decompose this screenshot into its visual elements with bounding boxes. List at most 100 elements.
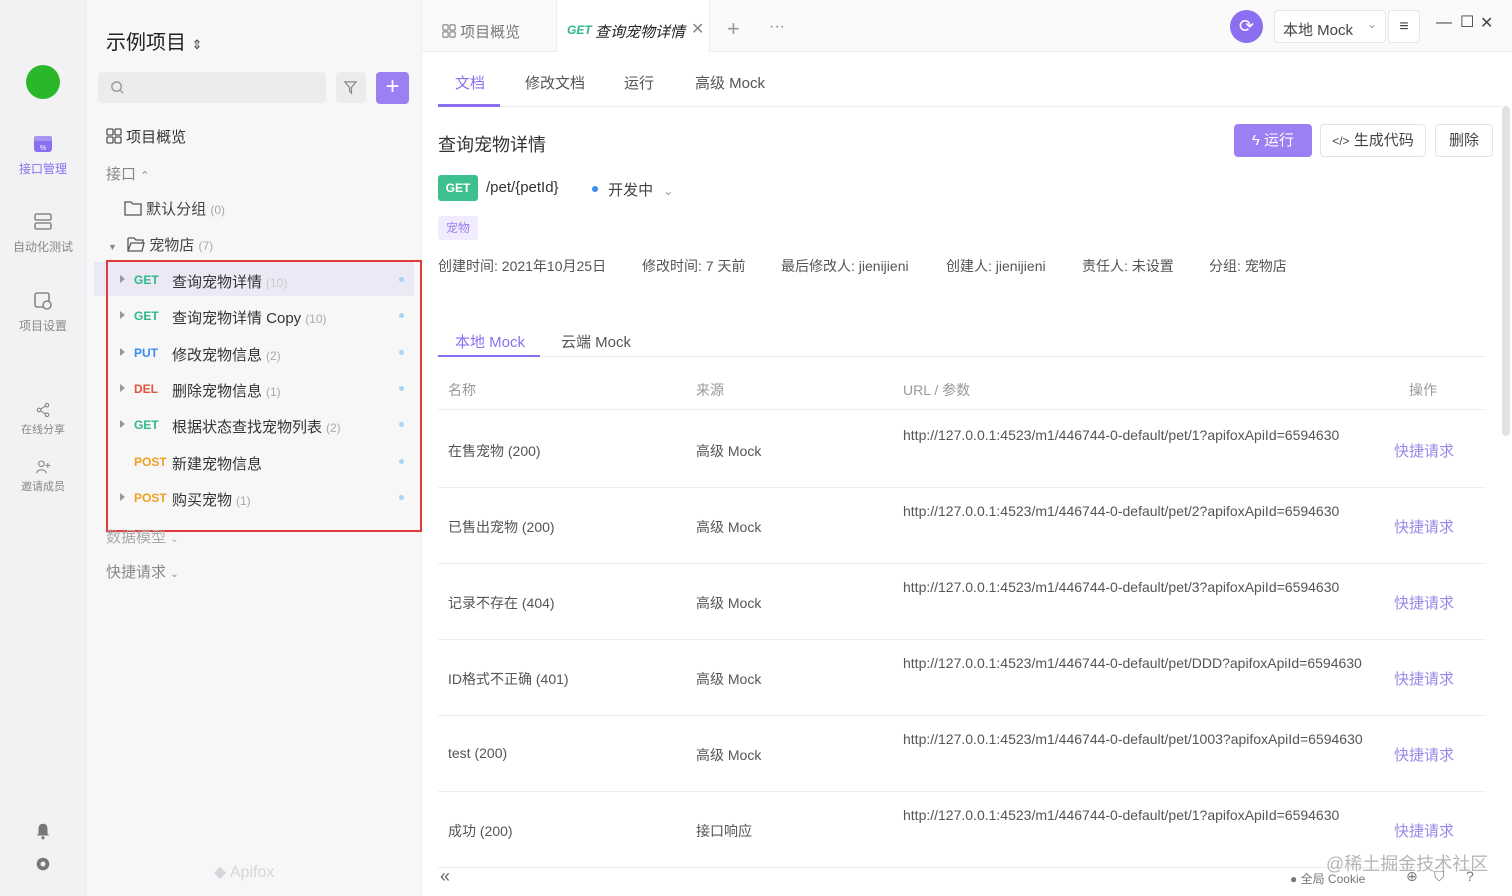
mock-source: 高级 Mock (696, 747, 762, 763)
mock-source: 高级 Mock (696, 519, 762, 535)
menu-icon: ≡ (1399, 18, 1409, 35)
svg-text:%: % (40, 145, 46, 152)
mock-source: 高级 Mock (696, 671, 762, 687)
tab-label: 项目概览 (460, 24, 521, 41)
subtab[interactable]: 高级 Mock (695, 72, 765, 93)
sidebar-item-overview[interactable]: 项目概览 (106, 126, 186, 147)
invite-icon (36, 460, 51, 474)
rail-label: 项目设置 (18, 319, 67, 333)
tab-active-api[interactable]: GET 查询宠物详情 ✕ (556, 0, 710, 52)
mock-tab[interactable]: 云端 Mock (561, 331, 631, 352)
table-row: 记录不存在 (404) 高级 Mock http://127.0.0.1:4523/… (438, 564, 1486, 640)
table-row: test (200) 高级 Mock http://127.0.0.1:4523/m… (438, 716, 1486, 792)
meta-item: 责任人: 未设置 (1082, 258, 1174, 274)
apifox-logo-icon: ◆ (214, 864, 227, 881)
minimize-button[interactable]: — (1436, 14, 1452, 32)
rail-item-api-management[interactable]: % 接口管理 (0, 134, 86, 177)
tab-overview[interactable]: 项目概览 (442, 21, 520, 42)
env-select[interactable]: 本地 Mock ⌄ (1274, 10, 1386, 43)
subtab-indicator (438, 104, 500, 107)
quick-request-link[interactable]: 快捷请求 (1394, 668, 1454, 689)
sidebar: 示例项目 ⇕ + 项目概览 接口 ⌃ 默认分组 (0) ▼ 宠物店 (7) GE… (86, 0, 422, 896)
gear-icon[interactable] (34, 855, 52, 873)
mock-url: http://127.0.0.1:4523/m1/446744-0-defaul… (903, 655, 1362, 671)
mock-url: http://127.0.0.1:4523/m1/446744-0-defaul… (903, 807, 1340, 823)
delete-label: 删除 (1448, 132, 1479, 149)
rail-label: 在线分享 (21, 424, 65, 436)
avatar[interactable] (26, 65, 60, 99)
maximize-button[interactable]: ☐ (1460, 12, 1474, 32)
mock-name: 已售出宠物 (200) (448, 519, 555, 535)
col-action: 操作 (1409, 382, 1437, 398)
tag-badge[interactable]: 宠物 (438, 216, 479, 240)
chevron-down-icon: ⌄ (1367, 17, 1378, 31)
folder-open-icon (127, 237, 145, 252)
folder-default-group[interactable]: 默认分组 (0) (124, 198, 225, 219)
rail-item-project-settings[interactable]: 项目设置 (0, 291, 86, 334)
section-data-model[interactable]: 数据模型 ⌄ (106, 526, 179, 547)
folder-pet-store[interactable]: ▼ 宠物店 (7) (108, 234, 213, 255)
quick-request-link[interactable]: 快捷请求 (1394, 744, 1454, 765)
subtab[interactable]: 文档 (455, 72, 485, 93)
api-title: 查询宠物详情 (438, 135, 546, 155)
rail-item-invite[interactable]: 邀请成员 (0, 459, 86, 494)
search-icon (111, 81, 124, 94)
subtab-divider (438, 106, 1502, 107)
folder-count: (7) (198, 239, 214, 253)
meta-item: 创建人: jienijieni (946, 258, 1046, 274)
tab-method: GET (567, 23, 592, 37)
section-label: 数据模型 (106, 529, 167, 546)
status-label: 开发中 (608, 182, 654, 199)
grid-icon (106, 128, 122, 144)
code-label: 生成代码 (1353, 132, 1414, 149)
add-button[interactable]: + (376, 72, 409, 104)
chevron-down-icon: ⌄ (170, 534, 179, 545)
quick-request-link[interactable]: 快捷请求 (1394, 440, 1454, 461)
section-api-label: 接口 (106, 166, 137, 183)
subtab[interactable]: 运行 (624, 72, 654, 93)
delete-button[interactable]: 删除 (1435, 124, 1493, 157)
bell-icon[interactable] (34, 822, 52, 840)
env-label: 本地 Mock (1283, 22, 1354, 39)
env-menu-button[interactable]: ≡ (1388, 10, 1420, 43)
mock-tab[interactable]: 本地 Mock (455, 331, 525, 352)
status-select[interactable]: 开发中 ⌄ (592, 179, 673, 200)
mock-source: 高级 Mock (696, 595, 762, 611)
grid-icon (442, 24, 456, 38)
rail-item-automation[interactable]: 自动化测试 (0, 212, 86, 255)
status-dot (592, 186, 598, 192)
close-window-button[interactable]: ✕ (1480, 13, 1493, 33)
generate-code-button[interactable]: </> 生成代码 (1320, 124, 1426, 157)
meta-item: 创建时间: 2021年10月25日 (438, 258, 607, 274)
search-input[interactable] (98, 72, 326, 103)
rail-item-share[interactable]: 在线分享 (0, 402, 86, 437)
close-icon[interactable]: ✕ (691, 19, 704, 39)
switch-icon: ⇕ (191, 37, 203, 52)
collapse-sidebar-button[interactable]: « (440, 866, 450, 887)
table-row: 在售宠物 (200) 高级 Mock http://127.0.0.1:4523/m… (438, 412, 1486, 488)
quick-request-link[interactable]: 快捷请求 (1394, 516, 1454, 537)
folder-icon (124, 201, 142, 216)
overview-label: 项目概览 (126, 129, 187, 146)
subtab[interactable]: 修改文档 (525, 72, 585, 93)
section-quick-request[interactable]: 快捷请求 ⌄ (106, 561, 179, 582)
filter-button[interactable] (336, 72, 366, 103)
project-title[interactable]: 示例项目 ⇕ (106, 26, 202, 55)
filter-icon (343, 81, 358, 95)
col-name: 名称 (448, 382, 476, 398)
mock-tab-indicator (438, 355, 540, 357)
apifox-watermark: ◆ Apifox (214, 862, 274, 882)
folder-label: 宠物店 (149, 237, 195, 254)
more-tabs-button[interactable]: ··· (769, 18, 785, 36)
new-tab-button[interactable]: + (727, 16, 740, 42)
scrollbar[interactable] (1502, 106, 1510, 436)
section-api[interactable]: 接口 ⌃ (106, 163, 149, 184)
highlight-frame (106, 260, 422, 532)
folder-count: (0) (210, 203, 226, 217)
sync-button[interactable]: ⟳ (1230, 10, 1263, 43)
watermark-text: Apifox (229, 864, 275, 881)
quick-request-link[interactable]: 快捷请求 (1394, 592, 1454, 613)
mock-name: 记录不存在 (404) (448, 595, 555, 611)
run-button[interactable]: ϟ 运行 (1234, 124, 1312, 157)
quick-request-link[interactable]: 快捷请求 (1394, 820, 1454, 841)
